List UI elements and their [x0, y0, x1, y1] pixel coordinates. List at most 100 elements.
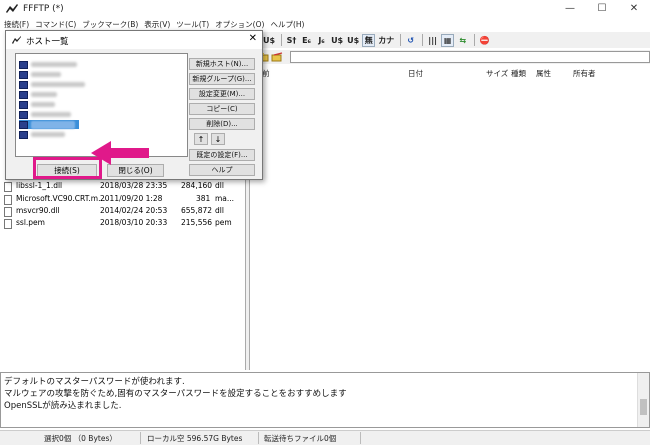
file-type: dll [215, 181, 224, 190]
copy-button[interactable]: コピー(C) [189, 103, 255, 115]
default-settings-button[interactable]: 既定の設定(F)... [189, 149, 255, 161]
host-name: host-8 [31, 132, 65, 137]
menu-connect[interactable]: 接続(F) [4, 19, 29, 30]
file-icon [4, 195, 12, 205]
column-attributes[interactable]: 属性 [536, 68, 551, 79]
refresh-icon[interactable]: ↺ [404, 34, 417, 47]
column-type[interactable]: 種類 [511, 68, 526, 79]
status-local-free: ローカル空 596.57G Bytes [147, 434, 243, 443]
file-name: Microsoft.VC90.CRT.m... [16, 194, 106, 203]
file-row[interactable]: msvcr90.dll 2014/02/24 20:53 655,872 dll [0, 206, 246, 218]
file-row[interactable]: ssl.pem 2018/03/10 20:33 215,556 pem [0, 218, 246, 230]
scrollbar-thumb[interactable] [640, 399, 647, 415]
new-host-button[interactable]: 新規ホスト(N)... [189, 58, 255, 70]
toolbar-separator [281, 34, 283, 46]
toolbar-button-no-conversion[interactable]: 無 [362, 33, 376, 47]
host-list-item[interactable]: host-2 [19, 70, 99, 79]
menu-tools[interactable]: ツール(T) [176, 19, 209, 30]
status-divider [140, 432, 141, 444]
computer-icon [19, 60, 28, 69]
host-list-item[interactable]: host-8 [19, 130, 99, 139]
host-name: host-1 [31, 62, 77, 67]
host-name: host-5 [31, 102, 55, 107]
open-folder-icon[interactable] [271, 52, 283, 62]
column-size[interactable]: サイズ [486, 68, 508, 79]
remote-path-input[interactable] [290, 51, 650, 63]
toolbar-separator [400, 34, 402, 46]
dialog-app-icon [12, 36, 21, 44]
host-list-item-selected[interactable]: host-7 [19, 120, 79, 129]
menu-bookmark[interactable]: ブックマーク(B) [82, 19, 138, 30]
host-name: host-2 [31, 72, 61, 77]
close-dialog-button[interactable]: 閉じる(O) [107, 164, 164, 177]
remote-column-headers: 前 日付 サイズ 種類 属性 所有者 [250, 68, 650, 80]
column-owner[interactable]: 所有者 [573, 68, 596, 79]
status-selected: 選択0個 （0 Bytes） [44, 434, 117, 443]
toolbar-button-sjis[interactable]: S† [285, 34, 298, 47]
toolbar-button-euc[interactable]: E₆ [300, 34, 313, 47]
menu-help[interactable]: ヘルプ(H) [270, 19, 304, 30]
host-list-item[interactable]: host-1 [19, 60, 99, 69]
title-bar: FFFTP (*) — ☐ ✕ [0, 0, 650, 17]
menu-options[interactable]: オプション(O) [215, 19, 264, 30]
log-scrollbar[interactable] [637, 373, 649, 427]
dialog-close-icon[interactable]: ✕ [249, 33, 257, 44]
window-title: FFFTP (*) [23, 3, 64, 14]
minimize-button[interactable]: — [554, 0, 586, 17]
column-date[interactable]: 日付 [408, 68, 423, 79]
toolbar-button-utf8bom[interactable]: U$ [346, 34, 360, 47]
file-date: 2018/03/10 20:33 [100, 218, 168, 227]
new-group-button[interactable]: 新規グループ(G)... [189, 73, 255, 85]
host-list-item[interactable]: host-3 [19, 80, 99, 89]
file-date: 2018/03/28 23:35 [100, 181, 168, 190]
detail-view-icon[interactable]: ▦ [441, 33, 455, 47]
window-close-button[interactable]: ✕ [618, 0, 650, 17]
remote-file-pane[interactable]: 前 日付 サイズ 種類 属性 所有者 [249, 64, 650, 370]
log-pane[interactable]: デフォルトのマスターパスワードが使われます. マルウェアの攻撃を防ぐため,固有の… [0, 372, 650, 428]
computer-icon [19, 120, 28, 129]
file-name: libssl-1_1.dll [16, 181, 63, 190]
host-list-item[interactable]: host-4 [19, 90, 99, 99]
column-name[interactable]: 前 [262, 68, 270, 79]
toolbar: U$ S† E₆ J₆ U$ U$ 無 カナ ↺ ||| ▦ ⇆ ⛔ [262, 32, 650, 48]
computer-icon [19, 100, 28, 109]
dialog-title-bar: ホスト一覧 ✕ [6, 31, 262, 49]
computer-icon [19, 110, 28, 119]
menu-view[interactable]: 表示(V) [144, 19, 170, 30]
file-type: ma... [215, 194, 235, 203]
host-name: host-7 [31, 120, 75, 129]
move-down-button[interactable]: ↓ [211, 133, 225, 145]
menu-bar: 接続(F) コマンド(C) ブックマーク(B) 表示(V) ツール(T) オプシ… [0, 17, 650, 31]
list-view-icon[interactable]: ||| [426, 34, 439, 47]
file-date: 2014/02/24 20:53 [100, 206, 168, 215]
toolbar-separator [474, 34, 476, 46]
maximize-button[interactable]: ☐ [586, 0, 618, 17]
remote-path-bar [249, 50, 650, 64]
file-icon [4, 182, 12, 192]
host-list-item[interactable]: host-6 [19, 110, 99, 119]
toolbar-button-jis[interactable]: J₆ [315, 34, 328, 47]
status-bar: 選択0個 （0 Bytes） ローカル空 596.57G Bytes 転送待ちフ… [0, 430, 650, 445]
host-list-item[interactable]: host-5 [19, 100, 99, 109]
status-queue: 転送待ちファイル0個 [264, 434, 337, 443]
file-icon [4, 219, 12, 229]
computer-icon [19, 90, 28, 99]
pink-arrow-icon [91, 141, 149, 165]
file-row[interactable]: Microsoft.VC90.CRT.m... 2011/09/20 1:28 … [0, 194, 246, 206]
file-size: 215,556 [181, 218, 213, 227]
sync-icon[interactable]: ⇆ [456, 34, 469, 47]
file-row[interactable]: libssl-1_1.dll 2018/03/28 23:35 284,160 … [0, 181, 246, 193]
log-line: OpenSSLが読み込まれました. [4, 401, 122, 411]
toolbar-button-kana[interactable]: カナ [377, 34, 395, 47]
file-date: 2011/09/20 1:28 [100, 194, 163, 203]
edit-settings-button[interactable]: 設定変更(M)... [189, 88, 255, 100]
help-button[interactable]: ヘルプ [189, 164, 255, 176]
move-up-button[interactable]: ↑ [194, 133, 208, 145]
status-divider [360, 432, 361, 444]
stop-icon[interactable]: ⛔ [478, 34, 491, 47]
delete-button[interactable]: 削除(D)... [189, 118, 255, 130]
toolbar-button-utf8n[interactable]: U$ [330, 34, 344, 47]
computer-icon [19, 70, 28, 79]
menu-command[interactable]: コマンド(C) [35, 19, 76, 30]
toolbar-button-utf8[interactable]: U$ [262, 34, 276, 47]
